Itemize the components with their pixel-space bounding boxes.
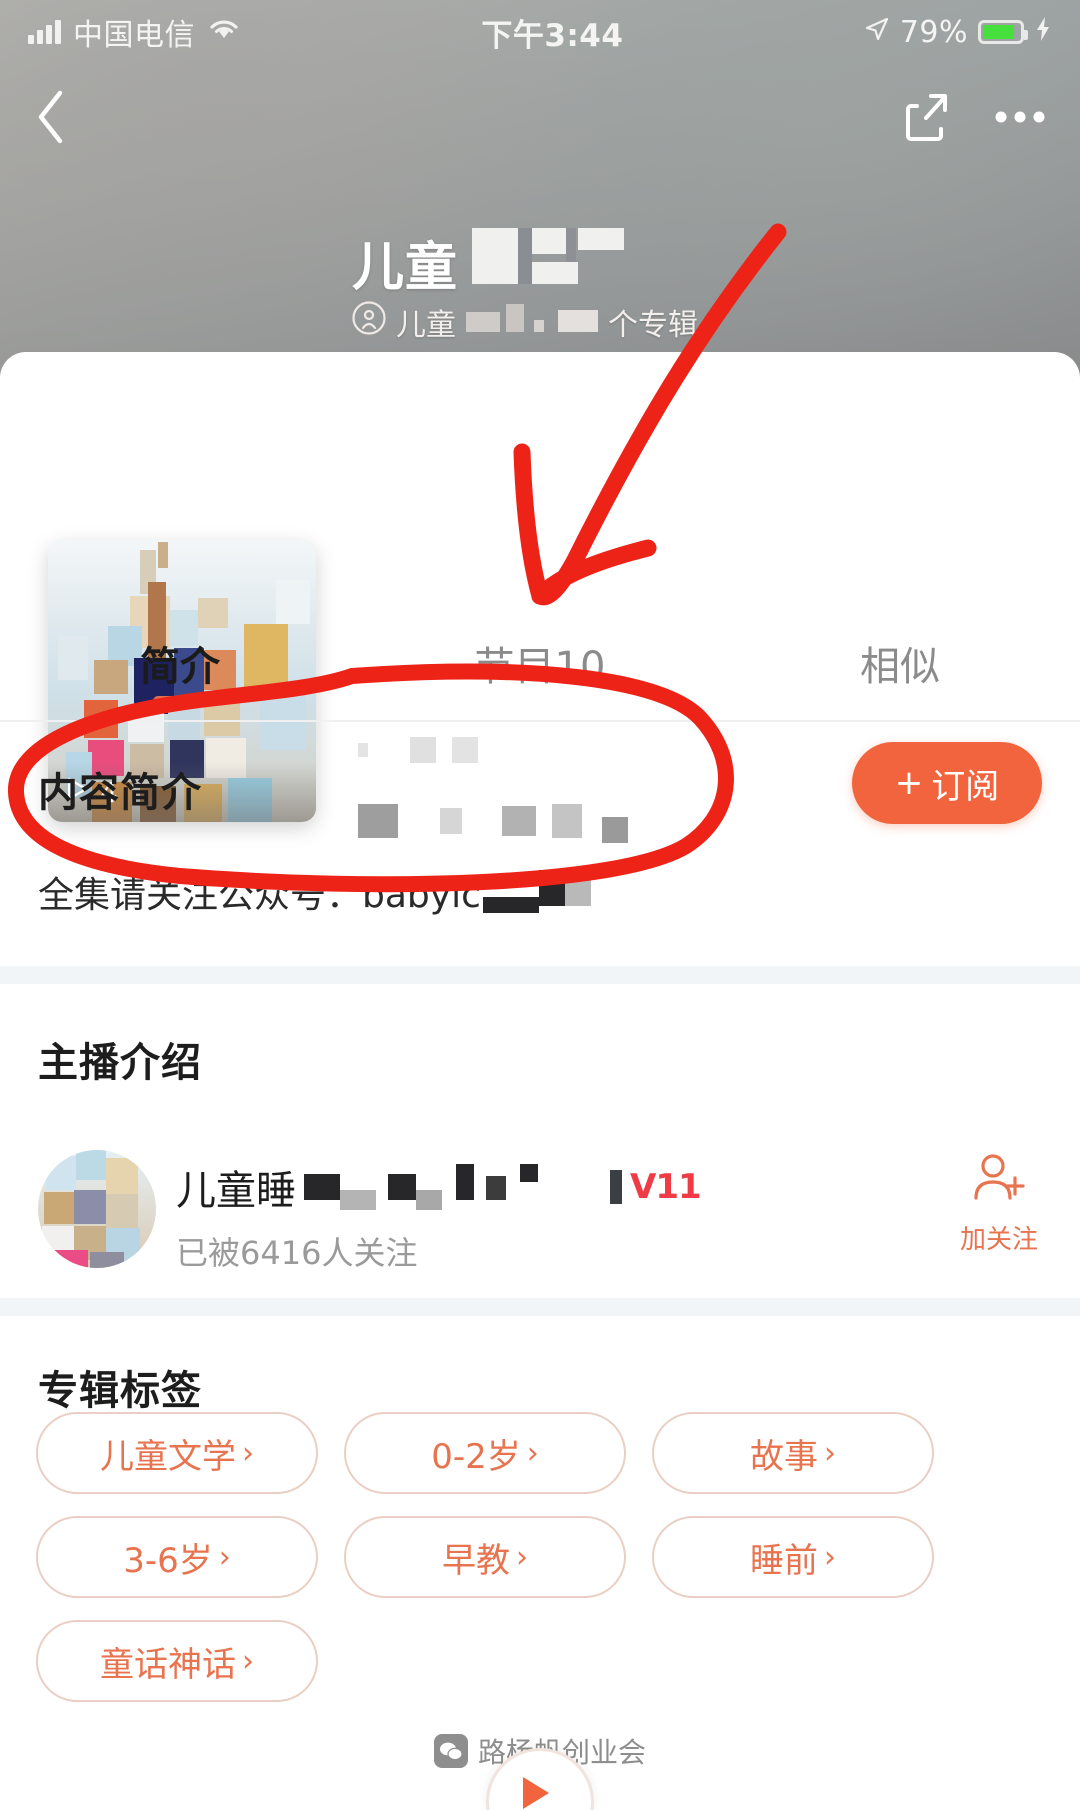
chevron-right-icon: › <box>242 1435 254 1471</box>
tag-list: 儿童文学 › 0-2岁 › 故事 › 3-6岁 › 早教 › 睡前 › 童话神话 › <box>36 1412 1044 1702</box>
tab-intro-label: 简介 <box>140 644 220 690</box>
tag-item[interactable]: 童话神话 › <box>36 1620 318 1702</box>
tag-item[interactable]: 0-2岁 › <box>344 1412 626 1494</box>
tag-item[interactable]: 儿童文学 › <box>36 1412 318 1494</box>
subscribe-button[interactable]: + 订阅 <box>852 742 1042 824</box>
back-chevron-icon[interactable] <box>34 89 68 145</box>
status-bar-right: 79% <box>864 15 1052 50</box>
content-intro-description-text: 全集请关注公众号：babylc <box>38 875 481 916</box>
content-intro-description: 全集请关注公众号：babylc <box>38 866 591 918</box>
lightning-bolt-icon <box>1034 15 1052 50</box>
tab-programs[interactable]: 节目10 <box>360 612 720 720</box>
tag-item[interactable]: 早教 › <box>344 1516 626 1598</box>
album-subtitle-suffix: 个专辑 <box>608 308 698 343</box>
tag-item[interactable]: 睡前 › <box>652 1516 934 1598</box>
meta-row <box>358 799 628 843</box>
meta-row <box>358 737 628 763</box>
status-bar-time: 下午3:44 <box>481 17 624 54</box>
tag-label: 儿童文学 <box>100 1436 236 1477</box>
host-level-badge-label: V11 <box>630 1167 702 1207</box>
battery-icon <box>978 20 1028 44</box>
app-screen: 中国电信 下午3:44 79% 儿童 儿童 个专辑 4 + 订阅 简介 节目10… <box>0 0 1080 1810</box>
host-level-badge: V11 <box>610 1167 702 1207</box>
chevron-right-icon: › <box>218 1539 231 1575</box>
section-divider <box>0 966 1080 984</box>
tag-label: 故事 <box>750 1436 818 1477</box>
more-dots-icon[interactable] <box>994 109 1046 125</box>
follow-button[interactable]: 加关注 <box>960 1150 1038 1256</box>
tab-programs-label: 节目10 <box>474 644 606 690</box>
navigation-bar <box>0 64 1080 170</box>
tab-similar[interactable]: 相似 <box>720 612 1080 720</box>
broadcast-radio-icon <box>352 301 386 343</box>
tag-item[interactable]: 故事 › <box>652 1412 934 1494</box>
tag-label: 童话神话 <box>100 1644 236 1685</box>
avatar[interactable] <box>38 1150 156 1268</box>
tag-label: 睡前 <box>750 1540 818 1581</box>
host-fans-count: 已被6416人关注 <box>176 1234 418 1272</box>
album-subtitle-redaction <box>466 304 598 340</box>
host-name: 儿童睡 V11 <box>176 1158 702 1216</box>
content-intro-title: 内容简介 <box>38 770 202 816</box>
tag-item[interactable]: 3-6岁 › <box>36 1516 318 1598</box>
tab-similar-label: 相似 <box>860 644 940 690</box>
host-name-redaction <box>304 1164 538 1210</box>
person-add-icon <box>970 1150 1028 1215</box>
album-subtitle-prefix: 儿童 <box>396 308 456 343</box>
signal-bars-icon <box>28 20 61 44</box>
tags-section-title: 专辑标签 <box>38 1368 202 1414</box>
location-arrow-icon <box>864 15 890 50</box>
album-subtitle[interactable]: 儿童 个专辑 <box>352 300 698 344</box>
tab-intro[interactable]: 简介 <box>0 612 360 720</box>
subscribe-label: 订阅 <box>931 766 1000 807</box>
album-title: 儿童 <box>352 225 625 300</box>
status-bar: 中国电信 下午3:44 79% <box>0 0 1080 64</box>
tag-label: 早教 <box>442 1540 510 1581</box>
section-divider <box>0 1298 1080 1316</box>
chevron-right-icon: › <box>526 1435 539 1471</box>
host-section-title: 主播介绍 <box>38 1040 202 1086</box>
wifi-icon <box>207 15 241 50</box>
chevron-right-icon: › <box>824 1435 836 1471</box>
host-name-text: 儿童睡 <box>176 1168 296 1214</box>
chevron-right-icon: › <box>824 1539 836 1575</box>
carrier-label: 中国电信 <box>73 18 195 53</box>
content-intro-description-redaction <box>482 869 591 915</box>
subscribe-plus-label: + <box>894 763 924 803</box>
album-title-redaction <box>464 228 625 297</box>
share-external-icon[interactable] <box>904 92 948 142</box>
tab-bar: 简介 节目10 相似 <box>0 612 1080 722</box>
battery-percent-label: 79% <box>899 14 968 50</box>
follow-button-label: 加关注 <box>959 1225 1038 1255</box>
chevron-right-icon: › <box>242 1643 254 1679</box>
status-bar-left: 中国电信 <box>28 10 241 54</box>
host-row[interactable]: 儿童睡 V11 已被6416人关注 加关注 <box>0 1128 1080 1298</box>
tag-label: 0-2岁 <box>431 1436 521 1477</box>
tag-label: 3-6岁 <box>123 1540 213 1581</box>
album-meta-redactions <box>358 737 628 879</box>
chevron-right-icon: › <box>516 1539 528 1575</box>
wechat-icon <box>433 1734 468 1768</box>
album-title-text: 儿童 <box>352 238 459 298</box>
footer-watermark: 路杨帆创业会 <box>0 1692 1080 1810</box>
tab-active-indicator <box>153 696 207 706</box>
